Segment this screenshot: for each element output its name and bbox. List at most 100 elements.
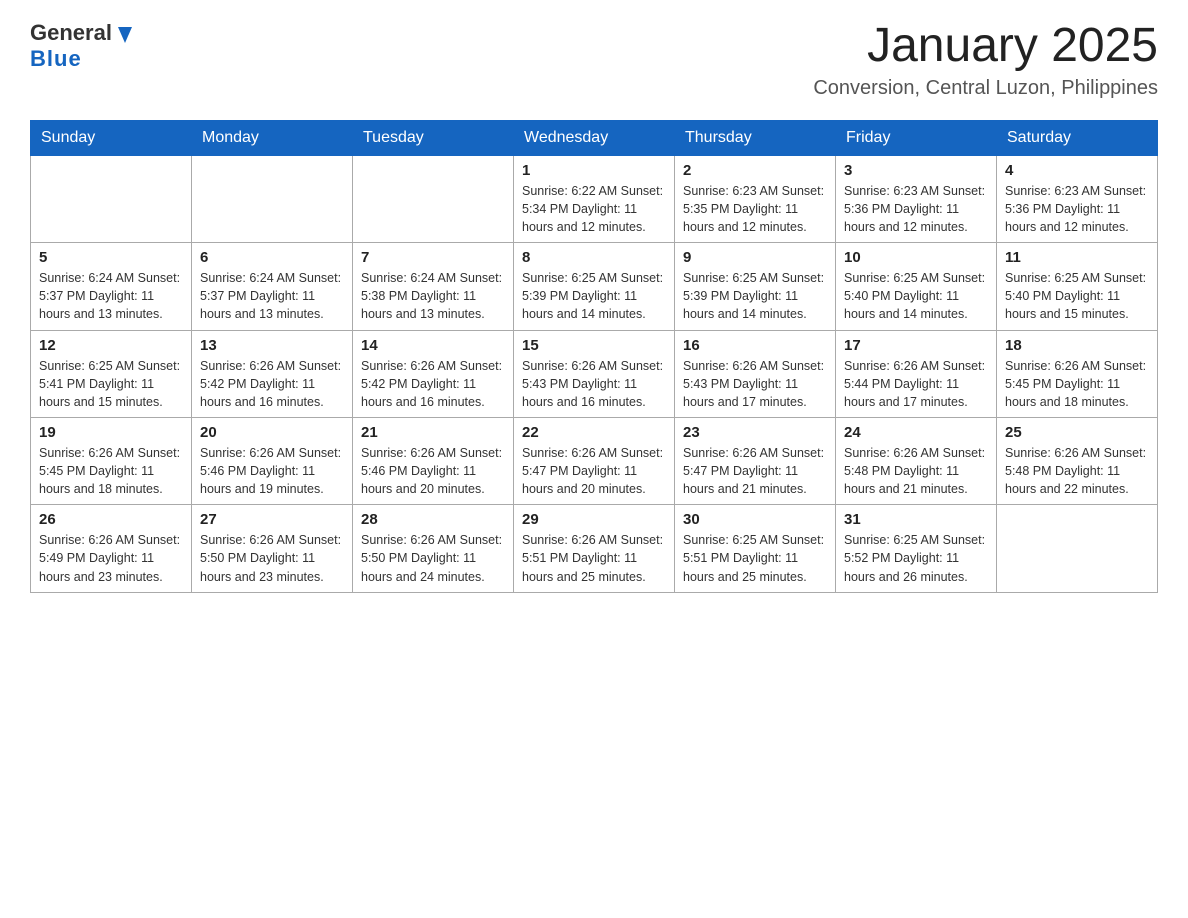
- day-info: Sunrise: 6:26 AM Sunset: 5:44 PM Dayligh…: [844, 357, 988, 411]
- day-info: Sunrise: 6:26 AM Sunset: 5:46 PM Dayligh…: [361, 444, 505, 498]
- day-info: Sunrise: 6:26 AM Sunset: 5:48 PM Dayligh…: [844, 444, 988, 498]
- day-cell-24: 24 Sunrise: 6:26 AM Sunset: 5:48 PM Dayli…: [836, 417, 997, 504]
- day-cell-22: 22 Sunrise: 6:26 AM Sunset: 5:47 PM Dayli…: [514, 417, 675, 504]
- day-cell-19: 19 Sunrise: 6:26 AM Sunset: 5:45 PM Dayli…: [31, 417, 192, 504]
- day-number: 4: [1005, 162, 1149, 179]
- day-number: 11: [1005, 249, 1149, 266]
- day-cell-28: 28 Sunrise: 6:26 AM Sunset: 5:50 PM Dayli…: [353, 505, 514, 592]
- weekday-header-wednesday: Wednesday: [514, 120, 675, 155]
- day-number: 15: [522, 337, 666, 354]
- day-cell-18: 18Sunrise: 6:26 AM Sunset: 5:45 PM Dayli…: [997, 330, 1158, 417]
- day-cell-20: 20 Sunrise: 6:26 AM Sunset: 5:46 PM Dayli…: [192, 417, 353, 504]
- day-info: Sunrise: 6:25 AM Sunset: 5:40 PM Dayligh…: [844, 269, 988, 323]
- day-cell-11: 11Sunrise: 6:25 AM Sunset: 5:40 PM Dayli…: [997, 243, 1158, 330]
- day-number: 10: [844, 249, 988, 266]
- day-cell-9: 9Sunrise: 6:25 AM Sunset: 5:39 PM Daylig…: [675, 243, 836, 330]
- day-info: Sunrise: 6:26 AM Sunset: 5:50 PM Dayligh…: [200, 531, 344, 585]
- day-cell-14: 14 Sunrise: 6:26 AM Sunset: 5:42 PM Dayli…: [353, 330, 514, 417]
- day-info: Sunrise: 6:23 AM Sunset: 5:35 PM Dayligh…: [683, 182, 827, 236]
- day-number: 1: [522, 162, 666, 179]
- week-row-0: 1 Sunrise: 6:22 AM Sunset: 5:34 PM Daylig…: [31, 155, 1158, 242]
- day-number: 24: [844, 424, 988, 441]
- day-number: 8: [522, 249, 666, 266]
- weekday-header-row: SundayMondayTuesdayWednesdayThursdayFrid…: [31, 120, 1158, 155]
- day-cell-15: 15 Sunrise: 6:26 AM Sunset: 5:43 PM Dayli…: [514, 330, 675, 417]
- day-info: Sunrise: 6:26 AM Sunset: 5:43 PM Dayligh…: [683, 357, 827, 411]
- day-cell-6: 6 Sunrise: 6:24 AM Sunset: 5:37 PM Daylig…: [192, 243, 353, 330]
- day-number: 28: [361, 511, 505, 528]
- title-block: January 2025 Conversion, Central Luzon, …: [813, 20, 1158, 100]
- week-row-4: 26 Sunrise: 6:26 AM Sunset: 5:49 PM Dayli…: [31, 505, 1158, 592]
- day-number: 26: [39, 511, 183, 528]
- day-cell-1: 1 Sunrise: 6:22 AM Sunset: 5:34 PM Daylig…: [514, 155, 675, 242]
- day-cell-27: 27Sunrise: 6:26 AM Sunset: 5:50 PM Dayli…: [192, 505, 353, 592]
- day-info: Sunrise: 6:26 AM Sunset: 5:48 PM Dayligh…: [1005, 444, 1149, 498]
- day-info: Sunrise: 6:26 AM Sunset: 5:43 PM Dayligh…: [522, 357, 666, 411]
- day-cell-3: 3 Sunrise: 6:23 AM Sunset: 5:36 PM Daylig…: [836, 155, 997, 242]
- week-row-2: 12Sunrise: 6:25 AM Sunset: 5:41 PM Dayli…: [31, 330, 1158, 417]
- day-number: 20: [200, 424, 344, 441]
- day-cell-4: 4Sunrise: 6:23 AM Sunset: 5:36 PM Daylig…: [997, 155, 1158, 242]
- day-info: Sunrise: 6:26 AM Sunset: 5:45 PM Dayligh…: [39, 444, 183, 498]
- day-info: Sunrise: 6:26 AM Sunset: 5:47 PM Dayligh…: [683, 444, 827, 498]
- day-number: 7: [361, 249, 505, 266]
- day-cell-29: 29 Sunrise: 6:26 AM Sunset: 5:51 PM Dayli…: [514, 505, 675, 592]
- empty-cell: [353, 155, 514, 242]
- day-info: Sunrise: 6:24 AM Sunset: 5:38 PM Dayligh…: [361, 269, 505, 323]
- day-number: 25: [1005, 424, 1149, 441]
- day-number: 23: [683, 424, 827, 441]
- day-number: 6: [200, 249, 344, 266]
- location: Conversion, Central Luzon, Philippines: [813, 77, 1158, 100]
- day-info: Sunrise: 6:25 AM Sunset: 5:41 PM Dayligh…: [39, 357, 183, 411]
- day-number: 2: [683, 162, 827, 179]
- logo-icon: [114, 23, 136, 45]
- day-info: Sunrise: 6:26 AM Sunset: 5:50 PM Dayligh…: [361, 531, 505, 585]
- day-info: Sunrise: 6:26 AM Sunset: 5:51 PM Dayligh…: [522, 531, 666, 585]
- empty-cell: [997, 505, 1158, 592]
- day-cell-25: 25 Sunrise: 6:26 AM Sunset: 5:48 PM Dayli…: [997, 417, 1158, 504]
- week-row-3: 19 Sunrise: 6:26 AM Sunset: 5:45 PM Dayli…: [31, 417, 1158, 504]
- day-cell-10: 10 Sunrise: 6:25 AM Sunset: 5:40 PM Dayli…: [836, 243, 997, 330]
- day-cell-31: 31 Sunrise: 6:25 AM Sunset: 5:52 PM Dayli…: [836, 505, 997, 592]
- day-info: Sunrise: 6:26 AM Sunset: 5:46 PM Dayligh…: [200, 444, 344, 498]
- logo-blue: Blue: [30, 46, 82, 72]
- day-info: Sunrise: 6:23 AM Sunset: 5:36 PM Dayligh…: [844, 182, 988, 236]
- day-cell-17: 17 Sunrise: 6:26 AM Sunset: 5:44 PM Dayli…: [836, 330, 997, 417]
- day-cell-5: 5 Sunrise: 6:24 AM Sunset: 5:37 PM Daylig…: [31, 243, 192, 330]
- day-cell-8: 8 Sunrise: 6:25 AM Sunset: 5:39 PM Daylig…: [514, 243, 675, 330]
- day-number: 3: [844, 162, 988, 179]
- logo: General Blue: [30, 20, 136, 72]
- weekday-header-sunday: Sunday: [31, 120, 192, 155]
- day-number: 31: [844, 511, 988, 528]
- empty-cell: [31, 155, 192, 242]
- weekday-header-thursday: Thursday: [675, 120, 836, 155]
- day-cell-16: 16Sunrise: 6:26 AM Sunset: 5:43 PM Dayli…: [675, 330, 836, 417]
- day-number: 21: [361, 424, 505, 441]
- day-info: Sunrise: 6:25 AM Sunset: 5:39 PM Dayligh…: [522, 269, 666, 323]
- day-info: Sunrise: 6:24 AM Sunset: 5:37 PM Dayligh…: [39, 269, 183, 323]
- day-number: 13: [200, 337, 344, 354]
- day-info: Sunrise: 6:26 AM Sunset: 5:47 PM Dayligh…: [522, 444, 666, 498]
- day-info: Sunrise: 6:22 AM Sunset: 5:34 PM Dayligh…: [522, 182, 666, 236]
- day-number: 5: [39, 249, 183, 266]
- day-number: 19: [39, 424, 183, 441]
- day-number: 22: [522, 424, 666, 441]
- day-number: 18: [1005, 337, 1149, 354]
- calendar-table: SundayMondayTuesdayWednesdayThursdayFrid…: [30, 120, 1158, 593]
- day-number: 14: [361, 337, 505, 354]
- day-cell-30: 30Sunrise: 6:25 AM Sunset: 5:51 PM Dayli…: [675, 505, 836, 592]
- day-number: 17: [844, 337, 988, 354]
- day-info: Sunrise: 6:26 AM Sunset: 5:42 PM Dayligh…: [200, 357, 344, 411]
- empty-cell: [192, 155, 353, 242]
- weekday-header-saturday: Saturday: [997, 120, 1158, 155]
- logo-general: General: [30, 20, 112, 46]
- day-info: Sunrise: 6:26 AM Sunset: 5:42 PM Dayligh…: [361, 357, 505, 411]
- day-cell-12: 12Sunrise: 6:25 AM Sunset: 5:41 PM Dayli…: [31, 330, 192, 417]
- day-info: Sunrise: 6:26 AM Sunset: 5:49 PM Dayligh…: [39, 531, 183, 585]
- day-info: Sunrise: 6:25 AM Sunset: 5:52 PM Dayligh…: [844, 531, 988, 585]
- day-number: 29: [522, 511, 666, 528]
- day-cell-13: 13 Sunrise: 6:26 AM Sunset: 5:42 PM Dayli…: [192, 330, 353, 417]
- day-info: Sunrise: 6:24 AM Sunset: 5:37 PM Dayligh…: [200, 269, 344, 323]
- day-number: 9: [683, 249, 827, 266]
- day-number: 30: [683, 511, 827, 528]
